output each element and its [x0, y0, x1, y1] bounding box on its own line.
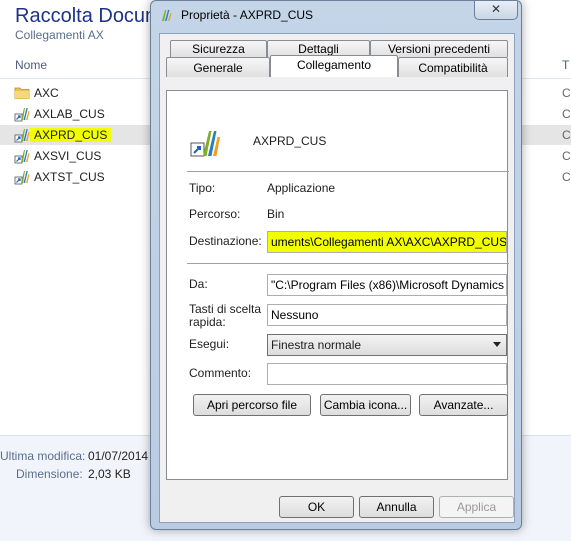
column-header-name[interactable]: Nome — [15, 58, 47, 72]
file-name: AXTST_CUS — [34, 170, 105, 184]
commento-input[interactable] — [267, 363, 507, 385]
percorso-value: Bin — [267, 207, 285, 221]
apri-percorso-button[interactable]: Apri percorso file — [193, 394, 311, 416]
da-label: Da: — [189, 277, 208, 291]
tipo-label: Tipo: — [189, 181, 216, 195]
separator — [187, 171, 509, 172]
file-type: C — [562, 170, 571, 184]
dialog-title: Proprietà - AXPRD_CUS — [181, 8, 314, 22]
file-type: C — [562, 149, 571, 163]
shortcut-icon — [14, 129, 30, 143]
annulla-button[interactable]: Annulla — [359, 496, 434, 518]
properties-dialog: Proprietà - AXPRD_CUS ✕ Sicurezza Dettag… — [150, 0, 522, 530]
tab-panel-collegamento: AXPRD_CUS Tipo: Applicazione Percorso: B… — [166, 90, 509, 480]
library-title: Raccolta Docum — [15, 5, 162, 27]
tab-collegamento[interactable]: Collegamento — [270, 55, 398, 77]
file-name: AXSVI_CUS — [34, 149, 102, 163]
shortcut-icon — [14, 108, 30, 122]
size-value: 2,03 KB — [88, 467, 131, 481]
close-button[interactable]: ✕ — [474, 1, 518, 20]
app-icon — [162, 10, 172, 21]
file-type: C — [562, 86, 571, 100]
tasti-label-line1: Tasti di scelta — [189, 302, 262, 316]
tab-compatibilita[interactable]: Compatibilità — [398, 57, 508, 77]
shortcut-icon — [14, 171, 30, 185]
modified-value: 01/07/2014 1 — [88, 449, 159, 463]
folder-subtitle: Collegamenti AX — [15, 28, 104, 42]
tasti-input[interactable]: Nessuno — [267, 304, 507, 326]
dialog-client: Sicurezza Dettagli Versioni precedenti G… — [159, 33, 515, 523]
da-input[interactable]: "C:\Program Files (x86)\Microsoft Dynami… — [267, 274, 507, 296]
esegui-label: Esegui: — [189, 337, 230, 351]
modified-label: Ultima modifica: — [0, 449, 86, 463]
column-header-type[interactable]: T — [562, 58, 569, 72]
shortcut-app-icon — [190, 131, 220, 157]
chevron-down-icon — [493, 342, 501, 347]
shortcut-name: AXPRD_CUS — [253, 134, 327, 148]
destinazione-label: Destinazione: — [189, 234, 262, 248]
avanzate-button[interactable]: Avanzate... — [419, 394, 508, 416]
tasti-label-line2: rapida: — [189, 315, 226, 329]
commento-label: Commento: — [189, 366, 252, 380]
file-name: AXC — [34, 86, 59, 100]
file-type: C — [562, 107, 571, 121]
cambia-icona-button[interactable]: Cambia icona... — [320, 394, 411, 416]
ok-button[interactable]: OK — [279, 496, 354, 518]
shortcut-icon — [14, 150, 30, 164]
tipo-value: Applicazione — [267, 181, 336, 195]
close-icon: ✕ — [490, 2, 502, 16]
size-label: Dimensione: — [16, 467, 83, 481]
folder-icon — [14, 87, 30, 99]
applica-button[interactable]: Applica — [439, 496, 514, 518]
tab-sicurezza[interactable]: Sicurezza — [170, 40, 267, 57]
file-name: AXPRD_CUS — [30, 128, 112, 142]
percorso-label: Percorso: — [189, 207, 241, 221]
separator — [187, 263, 509, 264]
esegui-selected-value: Finestra normale — [271, 338, 362, 352]
esegui-select[interactable]: Finestra normale — [267, 334, 507, 356]
destinazione-input[interactable]: uments\Collegamenti AX\AXC\AXPRD_CUS.axc… — [267, 231, 507, 253]
tab-generale[interactable]: Generale — [166, 57, 270, 77]
file-name: AXLAB_CUS — [34, 107, 105, 121]
file-type: C — [562, 128, 571, 142]
